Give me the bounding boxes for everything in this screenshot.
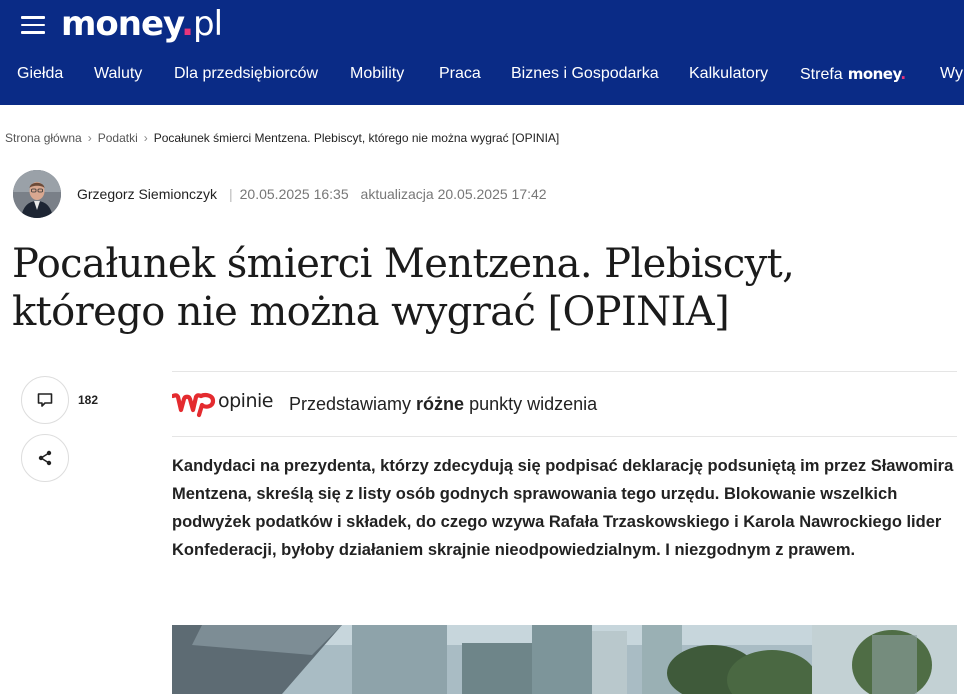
hamburger-menu-icon[interactable]: [21, 16, 45, 34]
comments-count[interactable]: 182: [78, 393, 98, 407]
nav-item-biznes-i-gospodarka[interactable]: Biznes i Gospodarka: [511, 60, 659, 88]
article-dates: | 20.05.2025 16:35 aktualizacja 20.05.202…: [222, 186, 547, 202]
meta-divider: |: [229, 186, 233, 202]
comment-icon: [37, 393, 53, 407]
updated-date: aktualizacja 20.05.2025 17:42: [360, 186, 547, 202]
opinion-banner: opinie Przedstawiamy różne punkty widzen…: [172, 371, 957, 437]
breadcrumb-home[interactable]: Strona główna: [5, 131, 82, 145]
strefa-money-logo: money.: [847, 65, 906, 83]
nav-item-kalkulatory[interactable]: Kalkulatory: [689, 60, 768, 88]
site-logo[interactable]: money.pl: [61, 0, 223, 48]
share-icon: [38, 450, 52, 466]
share-button[interactable]: [21, 434, 69, 482]
nav-item-waluty[interactable]: Waluty: [94, 60, 142, 88]
chevron-right-icon: ›: [87, 131, 92, 145]
wp-opinie-label[interactable]: opinie: [218, 390, 273, 412]
author-avatar[interactable]: [13, 170, 61, 218]
breadcrumb-podatki[interactable]: Podatki: [98, 131, 138, 145]
site-header: money.pl Giełda Waluty Dla przedsiębiorc…: [0, 0, 964, 105]
nav-item-dla-przedsiebiorcow[interactable]: Dla przedsiębiorców: [174, 60, 318, 88]
author-name[interactable]: Grzegorz Siemionczyk: [77, 186, 217, 202]
breadcrumb-current: Pocałunek śmierci Mentzena. Plebiscyt, k…: [153, 131, 560, 145]
opinion-tagline: Przedstawiamy różne punkty widzenia: [289, 394, 598, 414]
article-lead: Kandydaci na prezydenta, którzy zdecyduj…: [172, 457, 954, 559]
nav-item-truncated[interactable]: Wy: [940, 60, 963, 88]
chevron-right-icon: ›: [143, 131, 148, 145]
nav-item-mobility[interactable]: Mobility: [350, 60, 404, 88]
breadcrumb: Strona główna › Podatki › Pocałunek śmierci …: [5, 131, 559, 145]
wp-logo[interactable]: [172, 390, 216, 420]
nav-item-strefa-money[interactable]: Strefa money.: [800, 60, 906, 89]
article-hero-image: [172, 625, 957, 694]
nav-item-praca[interactable]: Praca: [439, 60, 481, 88]
published-date: 20.05.2025 16:35: [239, 186, 349, 202]
article-title: Pocałunek śmierci Mentzena. Plebiscyt, k…: [12, 241, 795, 335]
nav-item-gielda[interactable]: Giełda: [17, 60, 63, 88]
nav-item-strefa-label: Strefa: [800, 66, 843, 83]
comments-button[interactable]: [21, 376, 69, 424]
